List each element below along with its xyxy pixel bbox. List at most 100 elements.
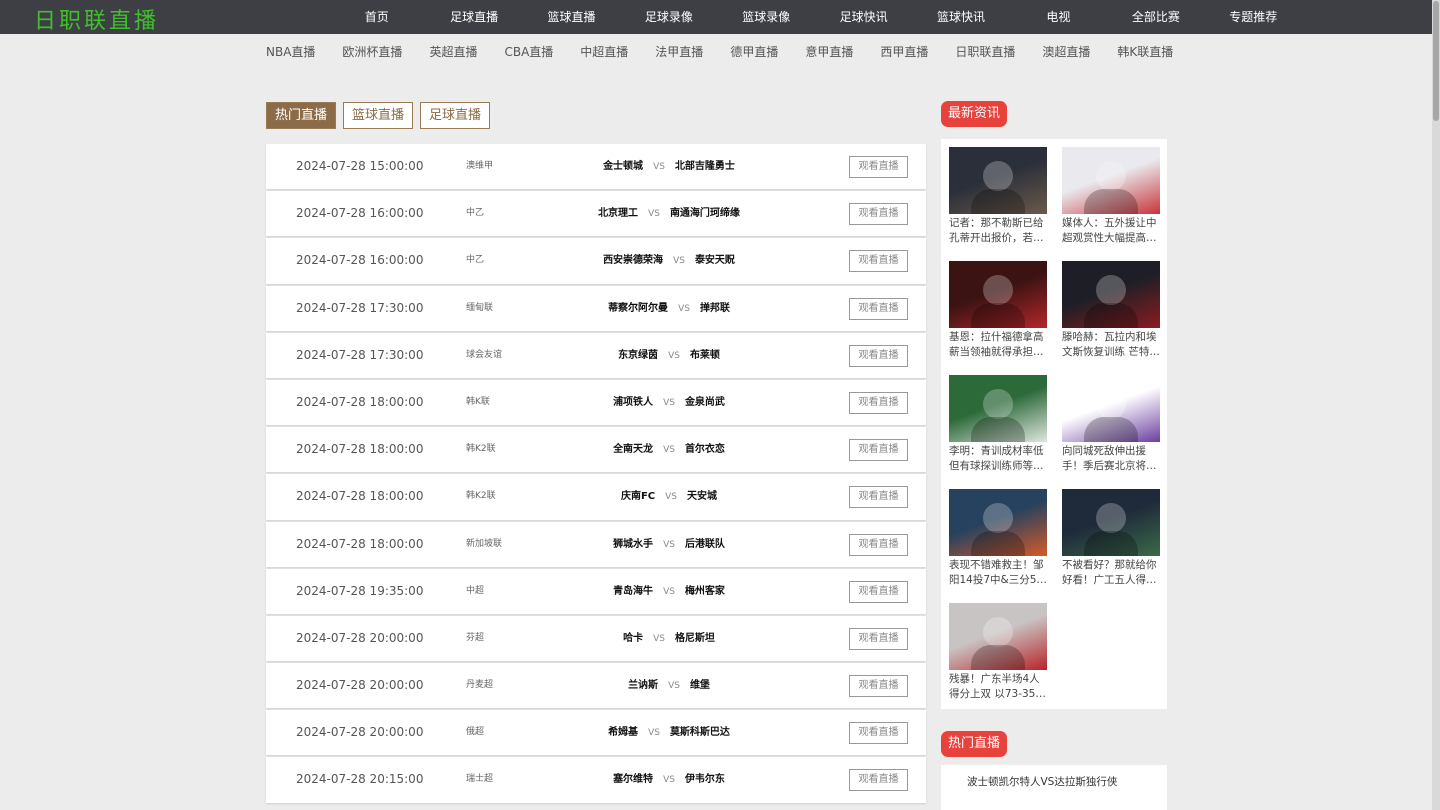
player-photo[interactable] — [949, 261, 1047, 328]
home-team[interactable]: 兰讷斯 — [628, 680, 658, 691]
coach-photo[interactable] — [949, 147, 1047, 214]
news-caption[interactable]: 滕哈赫：瓦拉内和埃文斯恢复训练 芒特… — [1062, 330, 1160, 360]
scrollbar[interactable] — [1432, 0, 1440, 810]
watch-live-button[interactable]: 观看直播 — [849, 250, 908, 273]
news-item[interactable]: 媒体人：五外援让中超观赏性大幅提高… — [1062, 147, 1160, 246]
home-team[interactable]: 浦项铁人 — [613, 397, 653, 408]
nav-item[interactable]: 足球录像 — [620, 0, 717, 34]
match-time: 2024-07-28 18:00:00 — [296, 489, 424, 504]
basketball-photo[interactable] — [949, 489, 1047, 556]
subnav-item[interactable]: 西甲直播 — [880, 34, 928, 70]
news-caption[interactable]: 李明：青训成材率低但有球探训练师等… — [949, 444, 1047, 474]
watch-live-button[interactable]: 观看直播 — [849, 391, 908, 414]
away-team[interactable]: 布莱顿 — [690, 350, 720, 361]
away-team[interactable]: 泰安天贶 — [695, 255, 735, 266]
news-item[interactable]: 残暴！广东半场4人得分上双 以73-35… — [949, 603, 1047, 702]
nav-item[interactable]: 篮球直播 — [523, 0, 620, 34]
news-caption[interactable]: 残暴！广东半场4人得分上双 以73-35… — [949, 672, 1047, 702]
away-team[interactable]: 金泉尚武 — [685, 397, 725, 408]
news-item[interactable]: 表现不错难救主！邹阳14投7中&三分5… — [949, 489, 1047, 588]
news-caption[interactable]: 不被看好？那就给你好看！广工五人得… — [1062, 558, 1160, 588]
watch-live-button[interactable]: 观看直播 — [849, 769, 908, 792]
away-team[interactable]: 北部吉隆勇士 — [675, 161, 735, 172]
site-logo[interactable]: 日职联直播 — [34, 3, 159, 35]
home-team[interactable]: 庆南FC — [621, 491, 655, 502]
news-item[interactable]: 滕哈赫：瓦拉内和埃文斯恢复训练 芒特… — [1062, 261, 1160, 360]
hot-live-item[interactable]: 波士顿凯尔特人VS达拉斯独行侠 — [967, 774, 1117, 789]
home-team[interactable]: 全南天龙 — [613, 444, 653, 455]
home-team[interactable]: 哈卡 — [623, 633, 643, 644]
home-team[interactable]: 蒂察尔阿尔曼 — [608, 303, 668, 314]
club-logo[interactable] — [1062, 375, 1160, 442]
nav-item[interactable]: 电视 — [1010, 0, 1107, 34]
match-tabs: 热门直播 篮球直播 足球直播 — [266, 102, 497, 129]
home-team[interactable]: 北京理工 — [598, 208, 638, 219]
away-team[interactable]: 维堡 — [690, 680, 710, 691]
watch-live-button[interactable]: 观看直播 — [849, 580, 908, 603]
news-item[interactable]: 记者：那不勒斯已给孔蒂开出报价，若… — [949, 147, 1047, 246]
nav-item[interactable]: 首页 — [328, 0, 425, 34]
subnav-item[interactable]: 澳超直播 — [1042, 34, 1090, 70]
nav-item[interactable]: 篮球快讯 — [912, 0, 1009, 34]
watch-live-button[interactable]: 观看直播 — [849, 344, 908, 367]
watch-live-button[interactable]: 观看直播 — [849, 156, 908, 178]
tab-1[interactable]: 篮球直播 — [343, 102, 414, 129]
nav-item[interactable]: 全部比赛 — [1107, 0, 1204, 34]
away-team[interactable]: 梅州客家 — [685, 586, 725, 597]
subnav-item[interactable]: NBA直播 — [266, 34, 315, 70]
subnav-item[interactable]: 日职联直播 — [955, 34, 1015, 70]
away-team[interactable]: 首尔衣恋 — [685, 444, 725, 455]
nav-item[interactable]: 篮球录像 — [718, 0, 815, 34]
away-team[interactable]: 掸邦联 — [700, 303, 730, 314]
subnav-item[interactable]: 中超直播 — [580, 34, 628, 70]
watch-live-button[interactable]: 观看直播 — [849, 627, 908, 650]
watch-live-button[interactable]: 观看直播 — [849, 486, 908, 509]
away-team[interactable]: 格尼斯坦 — [675, 633, 715, 644]
home-team[interactable]: 塞尔维特 — [613, 774, 653, 785]
home-team[interactable]: 狮城水手 — [613, 539, 653, 550]
tab-0[interactable]: 热门直播 — [266, 102, 337, 129]
news-caption[interactable]: 基恩：拉什福德拿高薪当领袖就得承担… — [949, 330, 1047, 360]
subnav-item[interactable]: 意甲直播 — [805, 34, 853, 70]
nav-item[interactable]: 足球直播 — [425, 0, 522, 34]
home-team[interactable]: 希姆基 — [608, 727, 638, 738]
away-team[interactable]: 莫斯科斯巴达 — [670, 727, 730, 738]
watch-live-button[interactable]: 观看直播 — [849, 439, 908, 462]
news-caption[interactable]: 向同城死敌伸出援手！季后赛北京将… — [1062, 444, 1160, 474]
subnav-item[interactable]: CBA直播 — [504, 34, 553, 70]
nav-item[interactable]: 专题推荐 — [1205, 0, 1302, 34]
subnav-item[interactable]: 韩K联直播 — [1117, 34, 1173, 70]
watch-live-button[interactable]: 观看直播 — [849, 722, 908, 745]
home-team[interactable]: 青岛海牛 — [613, 586, 653, 597]
news-item[interactable]: 基恩：拉什福德拿高薪当领袖就得承担… — [949, 261, 1047, 360]
basketball-photo[interactable] — [949, 603, 1047, 670]
nav-item[interactable]: 足球快讯 — [815, 0, 912, 34]
basketball-photo[interactable] — [1062, 489, 1160, 556]
subnav-item[interactable]: 德甲直播 — [730, 34, 778, 70]
tab-2[interactable]: 足球直播 — [420, 102, 491, 129]
news-caption[interactable]: 记者：那不勒斯已给孔蒂开出报价，若… — [949, 216, 1047, 246]
news-caption[interactable]: 媒体人：五外援让中超观赏性大幅提高… — [1062, 216, 1160, 246]
home-team[interactable]: 金士顿城 — [603, 161, 643, 172]
press-photo[interactable] — [1062, 261, 1160, 328]
watch-live-button[interactable]: 观看直播 — [849, 203, 908, 226]
home-team[interactable]: 西安崇德荣海 — [603, 255, 663, 266]
scrollbar-thumb[interactable] — [1433, 1, 1439, 121]
news-item[interactable]: 李明：青训成材率低但有球探训练师等… — [949, 375, 1047, 474]
watch-live-button[interactable]: 观看直播 — [849, 533, 908, 556]
away-team[interactable]: 南通海门珂缔缘 — [670, 208, 740, 219]
away-team[interactable]: 伊韦尔东 — [685, 774, 725, 785]
subnav-item[interactable]: 法甲直播 — [655, 34, 703, 70]
subnav-item[interactable]: 英超直播 — [429, 34, 477, 70]
news-item[interactable]: 向同城死敌伸出援手！季后赛北京将… — [1062, 375, 1160, 474]
watch-live-button[interactable]: 观看直播 — [849, 675, 908, 698]
subnav-item[interactable]: 欧洲杯直播 — [342, 34, 402, 70]
home-team[interactable]: 东京绿茵 — [618, 350, 658, 361]
press-photo[interactable] — [949, 375, 1047, 442]
watch-live-button[interactable]: 观看直播 — [849, 297, 908, 320]
away-team[interactable]: 天安城 — [687, 491, 717, 502]
away-team[interactable]: 后港联队 — [685, 539, 725, 550]
news-item[interactable]: 不被看好？那就给你好看！广工五人得… — [1062, 489, 1160, 588]
player-photo[interactable] — [1062, 147, 1160, 214]
news-caption[interactable]: 表现不错难救主！邹阳14投7中&三分5… — [949, 558, 1047, 588]
